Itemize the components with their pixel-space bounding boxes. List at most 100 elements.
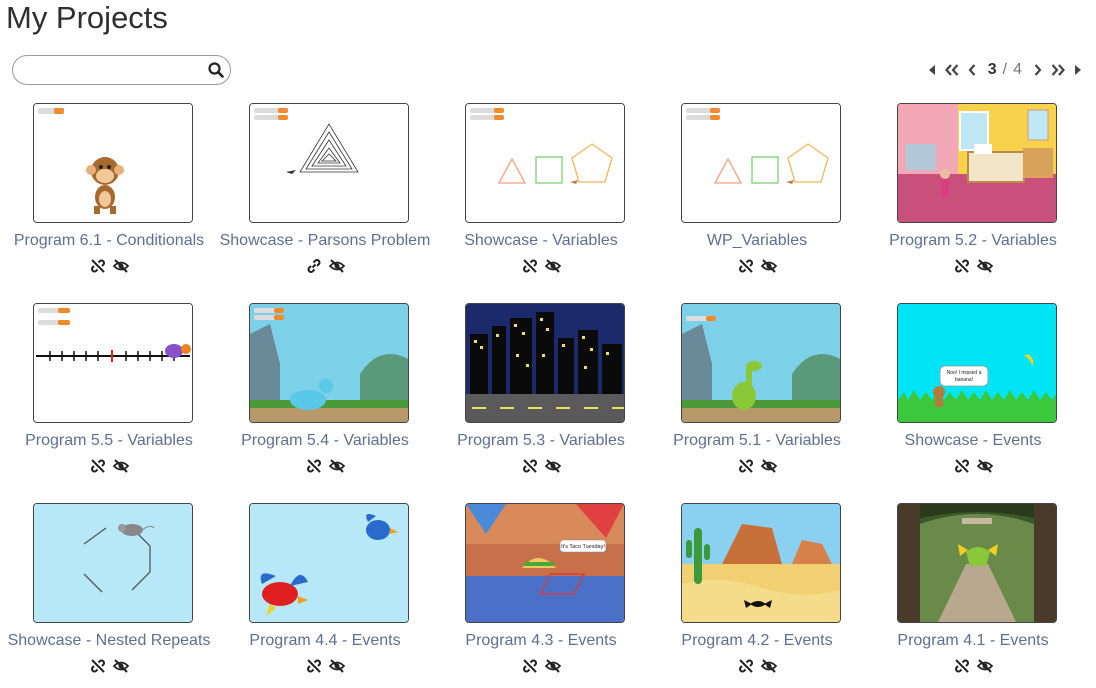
project-card[interactable]: Showcase - Variables	[433, 103, 649, 288]
desert-image	[682, 504, 840, 622]
parrots-image	[250, 504, 408, 622]
search-icon[interactable]	[208, 62, 224, 78]
unlink-icon[interactable]	[522, 258, 538, 274]
project-card[interactable]: Program 4.1 - Events	[865, 503, 1081, 688]
project-title[interactable]: Program 5.2 - Variables	[865, 232, 1081, 250]
shapes-thumbnail-image	[682, 104, 840, 222]
taco-plaza-image: It's Taco Tuesday!	[466, 504, 624, 622]
eye-slash-icon[interactable]	[760, 458, 778, 474]
unlink-icon[interactable]	[522, 658, 538, 674]
project-card[interactable]: Showcase - Nested Repeats	[1, 503, 217, 688]
project-card[interactable]: Program 5.4 - Variables	[217, 303, 433, 488]
eye-slash-icon[interactable]	[544, 458, 562, 474]
project-title[interactable]: Program 5.3 - Variables	[433, 432, 649, 450]
search-input[interactable]	[23, 60, 207, 82]
project-card[interactable]: Program 5.2 - Variables	[865, 103, 1081, 288]
project-title[interactable]: WP_Variables	[649, 232, 865, 250]
speech-bubble-taco: It's Taco Tuesday!	[561, 544, 605, 550]
chevron-left-icon[interactable]	[966, 63, 978, 77]
project-thumbnail[interactable]: Noo! I missed a banana!	[897, 303, 1057, 423]
eye-slash-icon[interactable]	[976, 458, 994, 474]
monkey-thumbnail-image	[34, 104, 192, 222]
pagination: 3 / 4	[926, 60, 1084, 80]
dinosaur-landscape-image	[682, 304, 840, 422]
eye-slash-icon[interactable]	[328, 658, 346, 674]
project-thumbnail[interactable]: It's Taco Tuesday!	[465, 503, 625, 623]
project-thumbnail[interactable]	[33, 503, 193, 623]
unlink-icon[interactable]	[954, 458, 970, 474]
project-card[interactable]: WP_Variables	[649, 103, 865, 288]
project-card[interactable]: Program 6.1 - Conditionals	[1, 103, 217, 288]
first-page-icon[interactable]	[926, 63, 938, 77]
total-pages: 4	[1013, 61, 1022, 78]
eye-slash-icon[interactable]	[544, 258, 562, 274]
project-card[interactable]: Program 4.4 - Events	[217, 503, 433, 688]
unlink-icon[interactable]	[738, 658, 754, 674]
page-title: My Projects	[6, 0, 168, 35]
double-chevron-left-icon[interactable]	[944, 63, 960, 77]
project-thumbnail[interactable]	[249, 503, 409, 623]
eye-slash-icon[interactable]	[328, 258, 346, 274]
project-card[interactable]: Program 5.1 - Variables	[649, 303, 865, 488]
eye-slash-icon[interactable]	[976, 658, 994, 674]
project-card[interactable]: Program 5.3 - Variables	[433, 303, 649, 488]
unlink-icon[interactable]	[522, 458, 538, 474]
project-title[interactable]: Program 4.4 - Events	[217, 632, 433, 650]
project-title[interactable]: Showcase - Events	[865, 432, 1081, 450]
project-thumbnail[interactable]	[465, 103, 625, 223]
unlink-icon[interactable]	[954, 258, 970, 274]
link-icon[interactable]	[306, 258, 322, 274]
eye-slash-icon[interactable]	[760, 258, 778, 274]
eye-slash-icon[interactable]	[544, 658, 562, 674]
project-title[interactable]: Program 5.5 - Variables	[1, 432, 217, 450]
project-thumbnail[interactable]	[897, 103, 1057, 223]
project-title[interactable]: Program 5.1 - Variables	[649, 432, 865, 450]
project-card[interactable]: Showcase - Parsons Problem	[217, 103, 433, 288]
number-line-thumbnail-image	[34, 304, 192, 422]
project-title[interactable]: Showcase - Nested Repeats	[1, 632, 217, 650]
project-title[interactable]: Program 4.2 - Events	[649, 632, 865, 650]
eye-slash-icon[interactable]	[112, 258, 130, 274]
project-title[interactable]: Showcase - Parsons Problem	[217, 232, 433, 250]
unlink-icon[interactable]	[90, 258, 106, 274]
project-thumbnail[interactable]	[249, 103, 409, 223]
eye-slash-icon[interactable]	[112, 458, 130, 474]
project-thumbnail[interactable]	[897, 503, 1057, 623]
project-thumbnail[interactable]	[681, 503, 841, 623]
project-card[interactable]: Program 5.5 - Variables	[1, 303, 217, 488]
project-thumbnail[interactable]	[249, 303, 409, 423]
eye-slash-icon[interactable]	[760, 658, 778, 674]
search-box[interactable]	[12, 55, 231, 85]
unlink-icon[interactable]	[738, 258, 754, 274]
unlink-icon[interactable]	[306, 658, 322, 674]
unlink-icon[interactable]	[90, 458, 106, 474]
eye-slash-icon[interactable]	[112, 658, 130, 674]
dinosaur-landscape-image	[250, 304, 408, 422]
project-card[interactable]: It's Taco Tuesday! Program 4.3 - Events	[433, 503, 649, 688]
bedroom-thumbnail-image	[898, 104, 1056, 222]
double-chevron-right-icon[interactable]	[1050, 63, 1066, 77]
project-card[interactable]: Program 4.2 - Events	[649, 503, 865, 688]
triangle-pattern-image	[250, 104, 408, 222]
project-thumbnail[interactable]	[33, 103, 193, 223]
project-title[interactable]: Program 6.1 - Conditionals	[1, 232, 217, 250]
project-thumbnail[interactable]	[465, 303, 625, 423]
last-page-icon[interactable]	[1072, 63, 1084, 77]
project-card[interactable]: Noo! I missed a banana! Showcase - Event…	[865, 303, 1081, 488]
project-thumbnail[interactable]	[33, 303, 193, 423]
eye-slash-icon[interactable]	[328, 458, 346, 474]
project-title[interactable]: Program 4.1 - Events	[865, 632, 1081, 650]
unlink-icon[interactable]	[90, 658, 106, 674]
eye-slash-icon[interactable]	[976, 258, 994, 274]
unlink-icon[interactable]	[738, 458, 754, 474]
unlink-icon[interactable]	[954, 658, 970, 674]
project-thumbnail[interactable]	[681, 303, 841, 423]
speech-bubble-text-2: banana!	[955, 377, 973, 383]
project-thumbnail[interactable]	[681, 103, 841, 223]
project-title[interactable]: Program 5.4 - Variables	[217, 432, 433, 450]
unlink-icon[interactable]	[306, 458, 322, 474]
chevron-right-icon[interactable]	[1032, 63, 1044, 77]
project-title[interactable]: Program 4.3 - Events	[433, 632, 649, 650]
page-separator: /	[1002, 61, 1008, 78]
project-title[interactable]: Showcase - Variables	[433, 232, 649, 250]
